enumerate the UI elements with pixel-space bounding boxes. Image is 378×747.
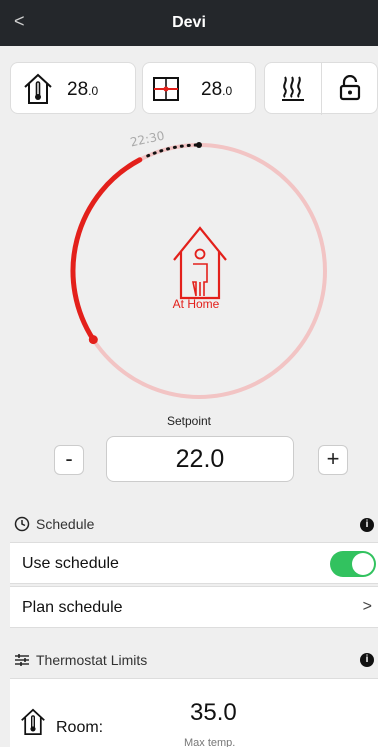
- floor-temp-value: 28.0: [201, 79, 233, 100]
- room-limit-row[interactable]: Room: 35.0 Max temp.: [10, 678, 378, 747]
- controls-card: [264, 62, 378, 115]
- room-thermometer-icon: [21, 708, 45, 735]
- decrease-setpoint-button[interactable]: -: [54, 445, 84, 475]
- floor-sensor-icon: [153, 77, 179, 101]
- limits-info-icon[interactable]: i: [360, 653, 374, 667]
- use-schedule-toggle[interactable]: [330, 551, 376, 577]
- floor-temperature-card: 28.0: [142, 62, 256, 114]
- increase-setpoint-button[interactable]: +: [318, 445, 348, 475]
- controls-divider: [321, 63, 322, 115]
- thermostat-limits-title: Thermostat Limits: [36, 652, 148, 668]
- schedule-info-icon[interactable]: i: [360, 518, 374, 532]
- clock-icon: [14, 516, 30, 532]
- dial-top-marker: [196, 142, 202, 148]
- temperature-dial[interactable]: [62, 126, 332, 416]
- sliders-icon: [15, 654, 29, 666]
- heating-button[interactable]: [265, 63, 321, 115]
- plan-schedule-row[interactable]: Plan schedule >: [10, 586, 378, 628]
- setpoint-label: Setpoint: [166, 414, 212, 428]
- dial-handle[interactable]: [88, 335, 98, 345]
- at-home-icon: [173, 226, 227, 300]
- lock-icon: [339, 75, 361, 101]
- page-title: Devi: [172, 14, 206, 31]
- room-limit-value: 35.0: [190, 699, 237, 726]
- plan-schedule-label: Plan schedule: [22, 599, 123, 616]
- dial-active-arc: [70, 157, 143, 343]
- schedule-header: Schedule: [14, 516, 94, 532]
- use-schedule-row: Use schedule: [10, 542, 378, 584]
- use-schedule-label: Use schedule: [22, 555, 119, 572]
- room-limit-label: Room:: [56, 719, 104, 736]
- chevron-right-icon: >: [362, 598, 372, 615]
- schedule-title: Schedule: [36, 516, 95, 532]
- lock-button[interactable]: [323, 63, 378, 115]
- room-temp-value: 28.0: [67, 79, 99, 100]
- top-bar: < Devi: [0, 0, 378, 46]
- toggle-knob: [352, 553, 374, 575]
- mode-label: At Home: [172, 297, 220, 311]
- setpoint-value[interactable]: 22.0: [106, 436, 294, 482]
- thermostat-limits-header: Thermostat Limits: [14, 652, 147, 668]
- room-temperature-card: 28.0: [10, 62, 136, 114]
- room-limit-sublabel: Max temp.: [184, 737, 236, 747]
- heating-icon: [282, 76, 304, 101]
- room-thermometer-icon: [24, 73, 52, 104]
